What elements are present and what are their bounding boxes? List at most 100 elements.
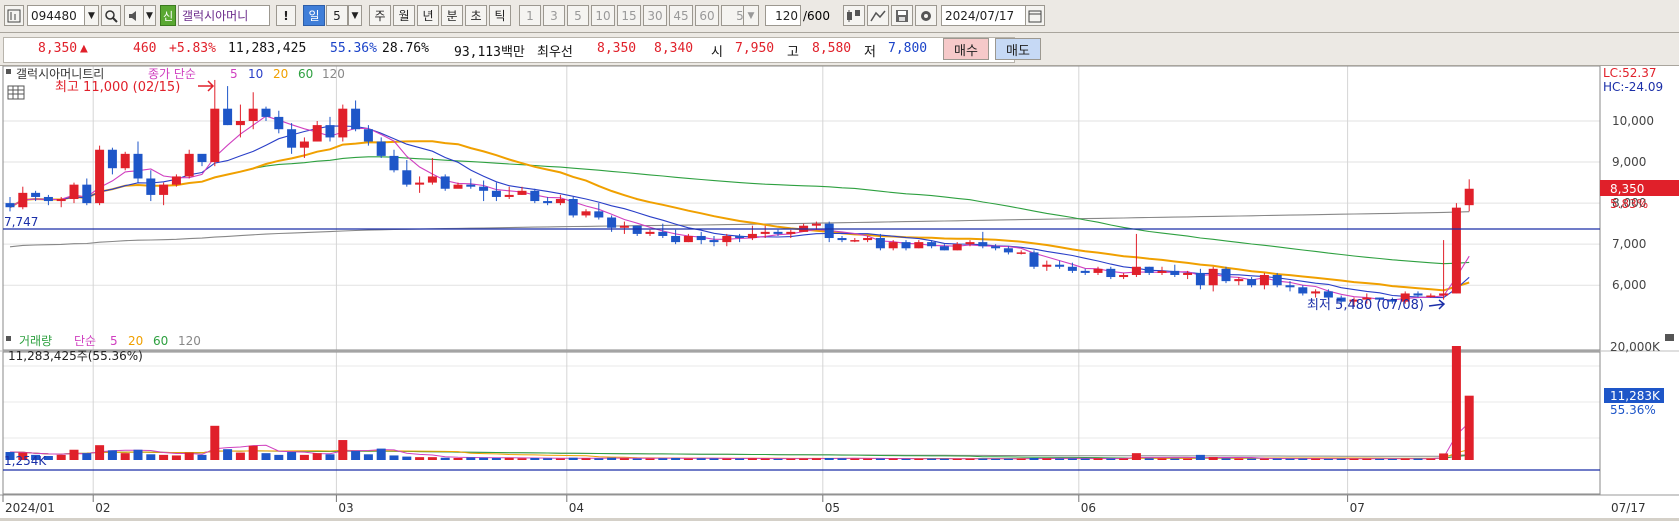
volume-bar[interactable] (299, 454, 309, 460)
candle-body[interactable] (901, 242, 911, 249)
volume-bar[interactable] (1426, 458, 1436, 460)
volume-bar[interactable] (1131, 453, 1141, 460)
volume-bar[interactable] (1375, 458, 1385, 460)
volume-bar[interactable] (1144, 458, 1154, 460)
volume-bar[interactable] (1247, 458, 1257, 460)
candle-body[interactable] (773, 231, 783, 234)
candle-body[interactable] (363, 129, 373, 142)
candle-body[interactable] (1272, 274, 1282, 286)
candle-body[interactable] (1055, 264, 1065, 267)
candle-body[interactable] (1119, 274, 1129, 278)
volume-bar[interactable] (1234, 458, 1244, 460)
period-day-tab[interactable]: 일 (303, 5, 325, 26)
candle-body[interactable] (1042, 264, 1052, 267)
volume-bar[interactable] (735, 458, 745, 460)
volume-bar[interactable] (248, 445, 258, 460)
candle-body[interactable] (786, 231, 796, 234)
volume-bar[interactable] (82, 453, 92, 460)
candle-body[interactable] (760, 231, 770, 234)
search-icon[interactable] (101, 5, 121, 26)
volume-bar[interactable] (1439, 453, 1449, 460)
volume-bar[interactable] (773, 458, 783, 460)
candle-body[interactable] (159, 184, 169, 195)
candle-body[interactable] (43, 196, 53, 202)
volume-bar[interactable] (1080, 458, 1090, 460)
candle-body[interactable] (978, 242, 988, 247)
volume-bar[interactable] (1067, 458, 1077, 460)
candle-body[interactable] (18, 192, 28, 208)
interval-30-button[interactable]: 30 (643, 5, 667, 26)
volume-bar[interactable] (581, 458, 591, 460)
volume-bar[interactable] (274, 454, 284, 460)
volume-bar[interactable] (632, 458, 642, 460)
volume-bar[interactable] (223, 449, 233, 460)
candle-body[interactable] (658, 231, 668, 236)
volume-bar[interactable] (799, 458, 809, 460)
candle-body[interactable] (389, 155, 399, 171)
volume-bar[interactable] (389, 455, 399, 460)
candle-body[interactable] (1234, 279, 1244, 282)
interval-60-button[interactable]: 60 (695, 5, 719, 26)
volume-bar[interactable] (530, 458, 540, 460)
volume-bar[interactable] (824, 458, 834, 460)
candle-body[interactable] (1323, 291, 1333, 298)
volume-bar[interactable] (440, 457, 450, 460)
candle-body[interactable] (338, 108, 348, 138)
volume-bar[interactable] (338, 440, 348, 460)
date-input[interactable]: 2024/07/17 (941, 5, 1027, 26)
candle-body[interactable] (888, 242, 898, 249)
calendar-icon[interactable] (1025, 5, 1045, 26)
settings-gear-icon[interactable] (915, 5, 937, 26)
volume-bar[interactable] (210, 425, 220, 460)
candle-body[interactable] (927, 242, 937, 247)
volume-bar[interactable] (594, 458, 604, 460)
candle-body[interactable] (146, 178, 156, 195)
volume-bar[interactable] (1323, 458, 1333, 460)
ma60-line[interactable] (9, 156, 1470, 265)
candle-body[interactable] (594, 211, 604, 218)
volume-bar[interactable] (491, 458, 501, 460)
candle-body[interactable] (325, 125, 335, 138)
candle-body[interactable] (850, 240, 860, 242)
volume-bar[interactable] (517, 458, 527, 460)
volume-bar[interactable] (1042, 458, 1052, 460)
candle-body[interactable] (1144, 266, 1154, 273)
volume-bar[interactable] (991, 458, 1001, 460)
volume-bar[interactable] (914, 458, 924, 460)
candle-body[interactable] (722, 235, 732, 243)
chart-area[interactable]: 7,747 1,254K 갤럭시아머니트리 종가 단순 5 10 20 60 1… (0, 65, 1679, 518)
volume-bar[interactable] (645, 458, 655, 460)
buy-button[interactable]: 매수 (943, 38, 989, 60)
candle-body[interactable] (453, 184, 463, 189)
candle-body[interactable] (274, 116, 284, 130)
volume-bar[interactable] (479, 457, 489, 460)
volume-bar[interactable] (709, 458, 719, 460)
candle-body[interactable] (133, 153, 143, 179)
volume-bar[interactable] (1170, 458, 1180, 460)
volume-bar[interactable] (760, 458, 770, 460)
volume-bar[interactable] (1016, 458, 1026, 460)
volume-bar[interactable] (197, 454, 207, 460)
crosshair-icon[interactable] (867, 5, 889, 26)
candle-body[interactable] (837, 238, 847, 241)
volume-bar[interactable] (1221, 458, 1231, 460)
candle-body[interactable] (261, 108, 271, 117)
price-pane-menu-icon[interactable] (6, 69, 11, 74)
candle-body[interactable] (82, 184, 92, 204)
volume-bar[interactable] (1106, 458, 1116, 460)
candle-body[interactable] (299, 141, 309, 148)
period-minute-tab[interactable]: 분 (441, 5, 463, 26)
volume-bar[interactable] (107, 450, 117, 460)
volume-bar[interactable] (184, 452, 194, 460)
candle-body[interactable] (709, 240, 719, 243)
candle-body[interactable] (824, 223, 834, 239)
candle-body[interactable] (466, 184, 476, 187)
volume-bar[interactable] (619, 458, 629, 460)
volume-bar[interactable] (543, 458, 553, 460)
candle-body[interactable] (235, 121, 245, 126)
interval-1-button[interactable]: 1 (519, 5, 541, 26)
candle-body[interactable] (1080, 270, 1090, 273)
volume-bar[interactable] (235, 452, 245, 460)
volume-bar[interactable] (287, 452, 297, 460)
candle-body[interactable] (543, 201, 553, 204)
